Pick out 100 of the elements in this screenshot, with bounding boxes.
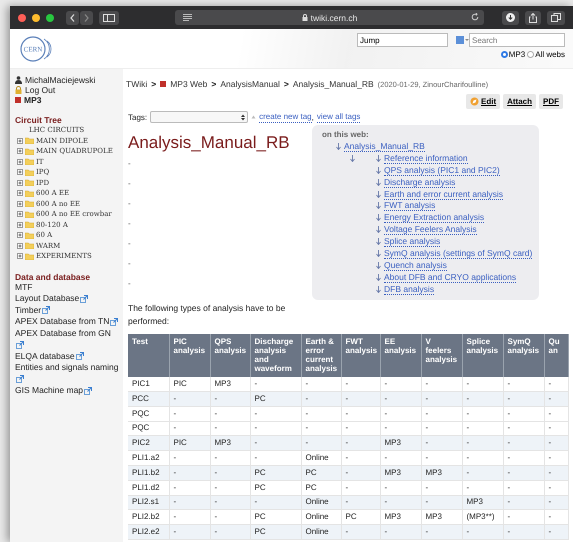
table-cell: PC — [301, 465, 341, 480]
bullet-text: - — [128, 219, 131, 228]
breadcrumb-link[interactable]: AnalysisManual — [220, 79, 280, 89]
table-cell: MP3 — [380, 465, 421, 480]
table-cell: - — [250, 436, 301, 451]
expand-icon[interactable] — [17, 158, 23, 165]
table-cell: - — [503, 406, 544, 422]
download-button[interactable] — [502, 10, 519, 24]
table-cell: - — [341, 450, 380, 466]
table-cell: - — [341, 465, 380, 480]
back-button[interactable] — [66, 10, 79, 24]
table-cell: - — [380, 377, 421, 392]
expand-icon[interactable] — [17, 180, 23, 186]
column-header: Earth & error current analysis — [301, 334, 341, 378]
action-button[interactable]: PDF — [539, 94, 563, 109]
sidebar-link[interactable]: GIS Machine map — [15, 385, 84, 395]
tabs-button[interactable] — [547, 10, 565, 24]
sidebar-link[interactable]: ELQA database — [15, 350, 75, 360]
column-header: Test — [128, 334, 169, 378]
breadcrumb-link[interactable]: TWiki — [126, 79, 148, 89]
address-bar[interactable]: twiki.cern.ch — [175, 10, 484, 25]
expand-icon[interactable] — [17, 169, 23, 176]
table-cell: - — [250, 495, 301, 510]
toc-link[interactable]: Splice analysis — [384, 236, 440, 248]
sidebar-link[interactable]: Timber — [15, 304, 42, 314]
expand-icon[interactable] — [17, 148, 23, 154]
sidebar-link[interactable]: Log Out — [25, 85, 56, 95]
forward-button[interactable] — [80, 10, 93, 24]
sidebar-link[interactable]: APEX Database from TN — [15, 316, 110, 326]
toc-link[interactable]: Reference information — [384, 152, 468, 164]
toc-link[interactable]: About DFB and CRYO applications — [384, 272, 516, 283]
expand-icon[interactable] — [17, 200, 23, 207]
scope-dropdown-icon[interactable] — [456, 36, 469, 44]
table-cell: PC — [301, 480, 341, 496]
toc-link[interactable]: FWT analysis — [384, 200, 436, 212]
expand-icon[interactable] — [17, 242, 23, 249]
reader-icon — [183, 14, 192, 21]
table-cell: - — [421, 406, 462, 422]
table-cell: PC — [250, 480, 301, 496]
bullet-text: - — [128, 259, 131, 268]
expand-icon[interactable] — [17, 222, 23, 228]
down-arrow-icon — [376, 190, 381, 198]
sidebar-link[interactable]: MTF — [15, 282, 32, 292]
down-arrow-icon — [376, 202, 381, 210]
reload-icon[interactable] — [471, 13, 479, 21]
expand-icon[interactable] — [17, 211, 23, 218]
action-button[interactable]: Edit — [466, 94, 500, 109]
bullet-text: - — [128, 239, 131, 248]
column-header: EE analysis — [380, 334, 421, 378]
breadcrumb-separator: > — [284, 79, 289, 89]
sidebar-link[interactable]: MP3 — [24, 95, 42, 105]
sidebar-button[interactable] — [99, 10, 119, 24]
expand-icon[interactable] — [17, 190, 23, 196]
share-button[interactable] — [525, 10, 541, 24]
table-cell: - — [421, 391, 462, 406]
toc-link[interactable]: Energy Extraction analysis — [384, 212, 484, 224]
external-link-icon — [110, 318, 118, 326]
toc-link[interactable]: Voltage Feelers Analysis — [384, 224, 477, 236]
table-cell: PLI1.a2 — [128, 450, 169, 466]
search-field[interactable]: Search — [469, 33, 565, 47]
table-cell: - — [169, 450, 210, 466]
maximize-dot[interactable] — [46, 14, 54, 22]
close-dot[interactable] — [18, 14, 26, 22]
breadcrumb-link[interactable]: Analysis_Manual_RB — [292, 79, 374, 89]
toc-link[interactable]: Quench analysis — [384, 260, 447, 271]
column-header: FWT analysis — [341, 334, 380, 378]
toc-link[interactable]: DFB analysis — [384, 284, 434, 295]
toc-link[interactable]: SymQ analysis (settings of SymQ card) — [384, 248, 532, 260]
tag-link[interactable]: create new tag — [259, 112, 312, 122]
tag-link[interactable]: view all tags — [316, 112, 360, 122]
jump-field[interactable]: Jump — [357, 33, 448, 47]
expand-icon[interactable] — [17, 138, 23, 144]
expand-icon[interactable] — [17, 232, 23, 238]
sidebar-link[interactable]: MichalMaciejewski — [25, 75, 96, 85]
expand-icon[interactable] — [17, 253, 23, 260]
toc-link[interactable]: Earth and error current analysis — [384, 188, 504, 200]
action-button[interactable]: Attach — [503, 94, 536, 109]
breadcrumb-link[interactable]: MP3 Web — [170, 79, 208, 89]
scope-radio[interactable]: MP3 — [500, 50, 526, 59]
table-cell: - — [301, 436, 341, 451]
sidebar-link[interactable]: APEX Database from GN — [15, 328, 111, 338]
toc-link[interactable]: Analysis_Manual_RB — [344, 141, 425, 152]
toc-link[interactable]: Discharge analysis — [384, 176, 456, 188]
table-cell: - — [421, 480, 462, 496]
toc-link[interactable]: QPS analysis (PIC1 and PIC2) — [384, 164, 500, 176]
bullet-text: - — [128, 159, 131, 168]
down-arrow-icon — [376, 250, 381, 258]
table-cell: - — [462, 465, 503, 480]
external-link-icon — [16, 340, 24, 349]
scope-radio[interactable]: All webs — [527, 50, 565, 59]
sidebar-link[interactable]: Layout Database — [15, 293, 80, 303]
table-cell: MP3 — [210, 377, 250, 392]
sidebar-link[interactable]: Entities and signals naming — [15, 362, 118, 372]
minimize-dot[interactable] — [32, 14, 40, 22]
column-header: Discharge analysis and waveform — [250, 334, 301, 378]
down-arrow-icon — [376, 178, 381, 186]
table-cell: - — [503, 377, 544, 392]
section-heading: Data and database — [15, 272, 92, 282]
web-square-icon — [15, 97, 21, 103]
table-cell: - — [380, 524, 421, 540]
